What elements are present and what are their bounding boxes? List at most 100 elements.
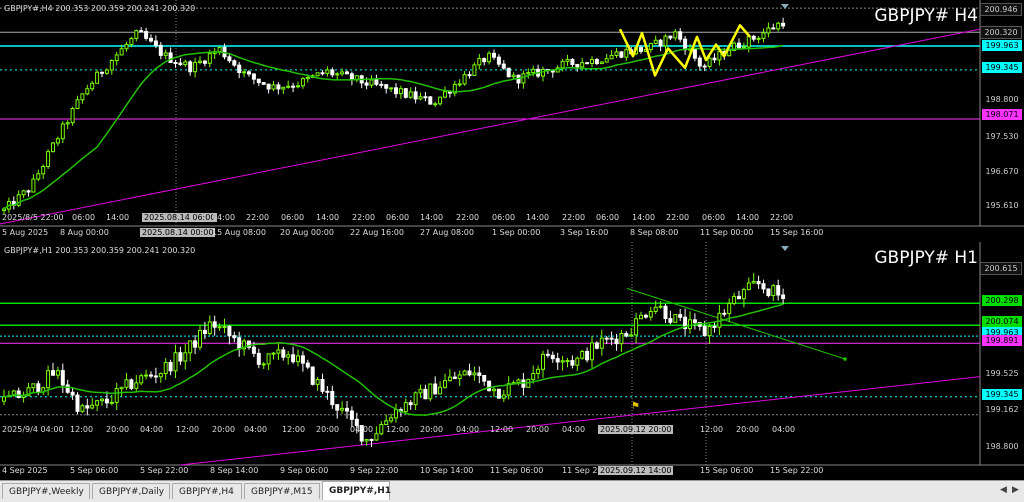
candle-body: [173, 352, 178, 372]
candle-body: [144, 31, 149, 39]
candle-body: [452, 376, 457, 380]
candle-body: [737, 42, 741, 49]
candle-body: [124, 43, 129, 50]
chart-tab[interactable]: GBPJPY#,Weekly: [2, 483, 90, 499]
h1-price-chart[interactable]: ⚑: [0, 242, 1024, 480]
candle-body: [134, 30, 139, 39]
inner-time-label: 04:00: [456, 425, 480, 434]
candle-body: [104, 69, 109, 74]
candle-body: [251, 73, 256, 80]
h4-price-chart[interactable]: [0, 0, 1024, 241]
candle-body: [741, 289, 746, 300]
candle-body: [663, 305, 668, 320]
candle-body: [413, 392, 418, 406]
inner-time-label: 12:00: [386, 425, 410, 434]
candle-body: [183, 61, 188, 66]
candle-body: [21, 190, 26, 196]
candle-body: [36, 383, 41, 393]
candle-body: [119, 386, 124, 390]
candle-body: [305, 76, 310, 80]
candle-body: [114, 54, 119, 61]
candle-body: [560, 60, 565, 69]
h1-header-ohlc: GBPJPY#,H1 200.353 200.359 200.241 200.3…: [4, 246, 196, 255]
candle-body: [364, 82, 369, 86]
candle-body: [712, 325, 717, 328]
time-label: 8 Sep 08:00: [630, 228, 679, 237]
candle-body: [46, 370, 51, 389]
candle-body: [300, 355, 305, 364]
chart-tab[interactable]: GBPJPY#,H4: [172, 483, 242, 499]
candle-body: [335, 73, 340, 76]
chart-tab[interactable]: GBPJPY#,Daily: [92, 483, 170, 499]
candle-body: [315, 72, 320, 77]
candle-body: [242, 71, 247, 74]
inner-time-label: 2025.08.14 06:00: [142, 213, 218, 222]
candle-body: [482, 58, 487, 63]
candle-body: [580, 351, 585, 359]
candle-body: [60, 370, 65, 386]
chart-tab[interactable]: GBPJPY#,M15: [244, 483, 320, 499]
moving-average-line: [3, 303, 784, 417]
candle-body: [766, 27, 771, 34]
candle-body: [232, 60, 237, 66]
inner-time-label: 14:00: [632, 213, 656, 222]
candle-body: [300, 78, 305, 87]
candle-body: [178, 62, 183, 66]
time-label: 8 Aug 00:00: [60, 228, 109, 237]
candle-body: [443, 380, 447, 388]
candle-body: [188, 61, 193, 73]
candle-body: [379, 424, 384, 435]
chart-tab[interactable]: GBPJPY#,H1: [322, 481, 391, 500]
time-label: 20 Aug 00:00: [280, 228, 334, 237]
h4-chart-pane[interactable]: GBPJPY#,H4 200.353 200.359 200.241 200.3…: [0, 0, 1024, 241]
candle-body: [467, 74, 472, 77]
candle-body: [158, 44, 163, 56]
inner-time-label: 14:00: [212, 213, 236, 222]
candle-body: [320, 72, 325, 75]
candle-body: [746, 282, 751, 291]
candle-body: [90, 404, 95, 409]
candle-body: [541, 353, 545, 370]
candle-body: [90, 82, 95, 90]
candle-body: [673, 314, 678, 323]
candle-body: [369, 79, 374, 86]
candle-body: [212, 321, 217, 328]
candle-body: [761, 32, 766, 39]
scroll-right-icon[interactable]: ▶: [1012, 485, 1019, 495]
candle-body: [585, 62, 590, 65]
candle-body: [433, 383, 438, 395]
candle-body: [599, 61, 604, 65]
candle-body: [389, 87, 394, 90]
price-label: 198.071: [982, 109, 1022, 120]
candle-body: [438, 386, 443, 395]
candle-body: [609, 54, 614, 60]
candle-body: [394, 87, 398, 95]
candle-body: [153, 40, 158, 46]
candle-body: [521, 73, 526, 84]
candle-body: [403, 402, 408, 413]
candle-body: [374, 433, 379, 441]
candle-body: [124, 379, 129, 388]
candle-body: [394, 409, 398, 419]
candle-body: [428, 383, 433, 400]
scroll-left-icon[interactable]: ◀: [1000, 485, 1007, 495]
candle-body: [70, 391, 75, 396]
inner-time-label: 20:00: [736, 425, 760, 434]
candle-body: [119, 48, 124, 56]
candle-body: [237, 64, 242, 74]
candle-body: [639, 47, 643, 52]
inner-time-label: 14:00: [316, 213, 340, 222]
candle-body: [296, 355, 300, 363]
candle-body: [629, 334, 634, 337]
candle-body: [129, 379, 134, 389]
h1-chart-pane[interactable]: ⚑ GBPJPY#,H1 200.353 200.359 200.241 200…: [0, 242, 1024, 480]
candle-body: [590, 342, 594, 361]
candle-body: [271, 352, 276, 355]
candle-body: [286, 85, 291, 88]
time-label: 9 Sep 06:00: [280, 466, 329, 475]
candle-body: [688, 319, 692, 330]
candle-body: [580, 62, 585, 68]
time-label: 5 Sep 06:00: [70, 466, 119, 475]
candle-body: [771, 27, 776, 30]
candle-body: [276, 84, 281, 90]
